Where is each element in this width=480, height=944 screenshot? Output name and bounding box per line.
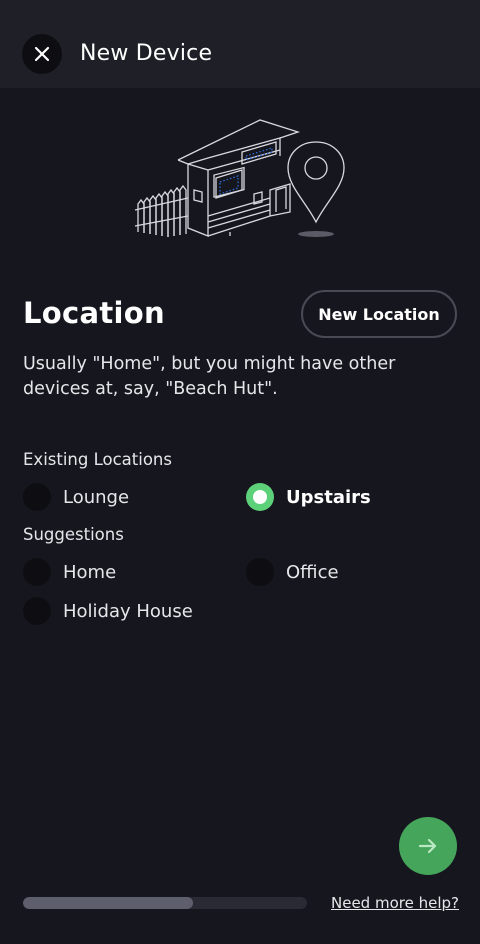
new-location-button[interactable]: New Location: [301, 290, 457, 338]
option-label: Upstairs: [286, 486, 371, 508]
close-button[interactable]: [22, 34, 62, 74]
close-icon: [34, 46, 50, 62]
location-option-lounge[interactable]: Lounge: [23, 482, 129, 512]
section-title: Location: [23, 296, 165, 330]
suggestion-option-office[interactable]: Office: [246, 557, 339, 587]
location-description: Usually "Home", but you might have other…: [23, 354, 396, 399]
option-label: Holiday House: [63, 600, 193, 622]
suggestion-option-home[interactable]: Home: [23, 557, 116, 587]
radio-dot: [253, 490, 267, 504]
location-option-upstairs[interactable]: Upstairs: [246, 482, 371, 512]
house: [177, 119, 301, 237]
suggestions-label: Suggestions: [23, 525, 124, 544]
radio-button[interactable]: [23, 483, 51, 511]
option-label: Lounge: [63, 486, 130, 508]
fence: [134, 184, 189, 237]
progress-fill: [23, 897, 194, 909]
arrow-right-icon: [418, 838, 437, 854]
radio-button[interactable]: [23, 597, 51, 625]
suggestion-option-holiday-house[interactable]: Holiday House: [23, 596, 193, 626]
radio-button-selected[interactable]: [246, 483, 274, 511]
option-label: Office: [286, 561, 339, 583]
app-screen: New Device Location New Location Usually…: [0, 0, 480, 944]
page-title: New Device: [80, 41, 213, 66]
radio-button[interactable]: [23, 558, 51, 586]
radio-button[interactable]: [246, 558, 274, 586]
existing-locations-label: Existing Locations: [23, 450, 172, 469]
header-bar: New Device: [0, 0, 480, 88]
option-label: Home: [63, 561, 117, 583]
house-location-illustration: [134, 119, 345, 237]
help-link[interactable]: Need more help?: [331, 894, 459, 912]
next-button[interactable]: [399, 817, 457, 875]
location-pin: [287, 141, 345, 237]
progress-bar: [23, 897, 307, 909]
